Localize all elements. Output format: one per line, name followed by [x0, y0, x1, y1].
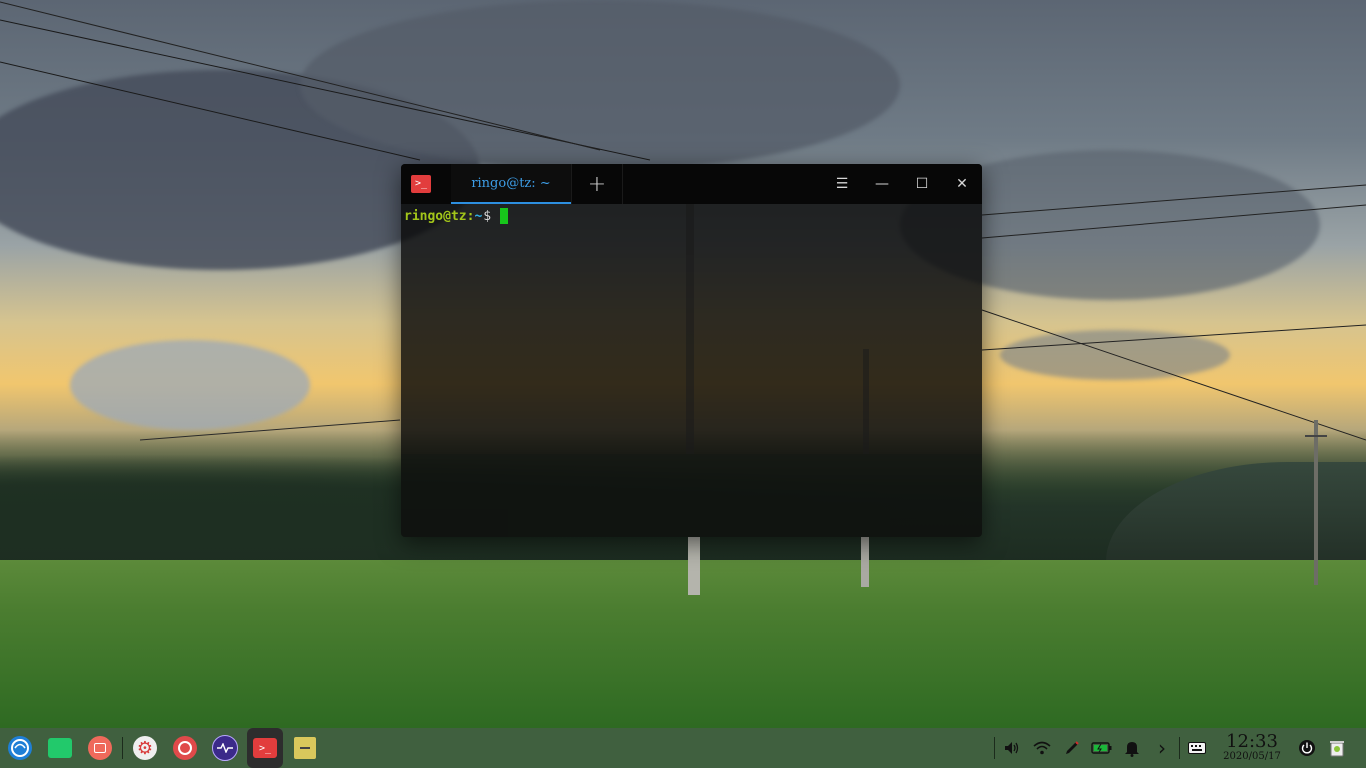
archive-manager-icon: [294, 737, 316, 759]
terminal-output-area[interactable]: ringo@tz: ~ $: [401, 204, 982, 537]
title-drag-area[interactable]: [623, 164, 822, 204]
clock-date: 2020/05/17: [1223, 751, 1281, 762]
music-icon: [173, 736, 197, 760]
system-tray: › 12:33 2020/05/17: [992, 728, 1366, 768]
clock-time: 12:33: [1226, 731, 1278, 752]
maximize-icon: ☐: [915, 176, 929, 192]
terminal-icon: >_: [253, 738, 277, 758]
battery-button[interactable]: [1087, 728, 1117, 768]
launcher-button[interactable]: [0, 728, 40, 768]
notification-button[interactable]: [1117, 728, 1147, 768]
terminal-window[interactable]: >_ ringo@tz: ~ + ☰ — ☐ ✕ ringo@tz: ~ $: [401, 164, 982, 537]
power-button[interactable]: [1292, 728, 1322, 768]
volume-button[interactable]: [997, 728, 1027, 768]
notification-icon: [1125, 741, 1139, 757]
tray-separator: [1179, 737, 1180, 759]
file-manager-icon: [48, 738, 72, 758]
power-icon: [1299, 740, 1315, 756]
expand-tray-button[interactable]: ›: [1147, 728, 1177, 768]
settings-icon: ⚙: [133, 736, 157, 760]
title-bar[interactable]: >_ ringo@tz: ~ + ☰ — ☐ ✕: [401, 164, 982, 204]
minimize-button[interactable]: —: [862, 164, 902, 204]
menu-button[interactable]: ☰: [822, 164, 862, 204]
deepin-launcher-icon: [8, 736, 32, 760]
wifi-icon: [1033, 741, 1051, 755]
tab-ringo-home[interactable]: ringo@tz: ~: [451, 164, 571, 204]
pen-button[interactable]: [1057, 728, 1087, 768]
keyboard-icon: [1188, 742, 1206, 754]
prompt-line: ringo@tz: ~ $: [404, 206, 979, 226]
system-monitor-icon: [212, 735, 238, 761]
battery-icon: [1091, 742, 1112, 754]
prompt-user-host: ringo@tz: [404, 208, 467, 224]
text-cursor: [500, 208, 509, 224]
close-button[interactable]: ✕: [942, 164, 982, 204]
new-tab-button[interactable]: +: [571, 164, 623, 204]
prompt-separator: :: [466, 208, 475, 224]
hamburger-menu-icon: ☰: [835, 176, 849, 192]
maximize-button[interactable]: ☐: [902, 164, 942, 204]
dock-taskbar: ⚙ >_ › 12:33 2020/05/17: [0, 728, 1366, 768]
prompt-path: ~: [474, 208, 483, 224]
dock-settings[interactable]: ⚙: [125, 728, 165, 768]
trash-icon: [1330, 741, 1344, 757]
dock-terminal[interactable]: >_: [247, 728, 283, 768]
wifi-button[interactable]: [1027, 728, 1057, 768]
minimize-icon: —: [875, 176, 889, 192]
volume-icon: [1005, 742, 1019, 754]
dock-system-monitor[interactable]: [205, 728, 245, 768]
tray-separator: [994, 737, 995, 759]
terminal-app-icon: >_: [401, 164, 441, 204]
dock-file-manager[interactable]: [40, 728, 80, 768]
prompt-symbol: $: [483, 208, 492, 224]
trash-button[interactable]: [1322, 728, 1352, 768]
dock-screen-recorder[interactable]: [80, 728, 120, 768]
dock-separator: [122, 737, 123, 759]
close-icon: ✕: [956, 176, 968, 192]
keyboard-button[interactable]: [1182, 728, 1212, 768]
terminal-icon: >_: [411, 175, 431, 193]
dock-archive-manager[interactable]: [285, 728, 325, 768]
dock-music[interactable]: [165, 728, 205, 768]
clock[interactable]: 12:33 2020/05/17: [1212, 728, 1292, 768]
chevron-right-icon: ›: [1158, 736, 1166, 760]
pen-icon: [1066, 741, 1079, 754]
screen-recorder-icon: [88, 736, 112, 760]
plus-icon: +: [587, 171, 607, 197]
